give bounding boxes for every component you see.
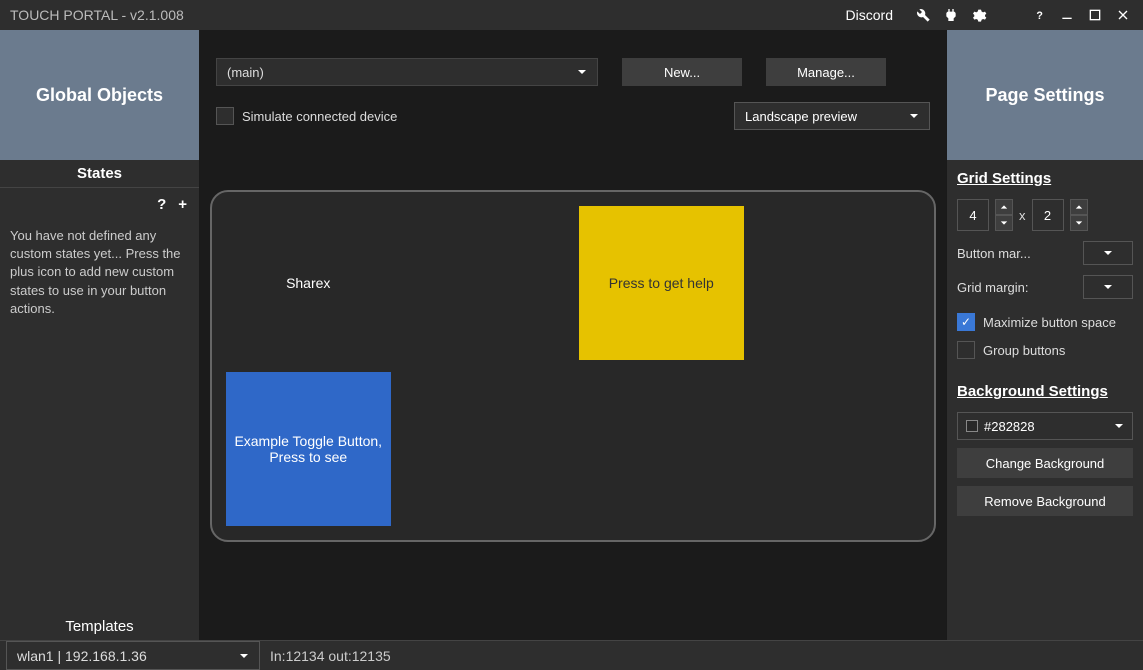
grid-cell-empty[interactable] <box>403 372 568 526</box>
maximize-space-label: Maximize button space <box>983 315 1116 330</box>
grid-cols-input[interactable] <box>957 199 989 231</box>
titlebar: TOUCH PORTAL - v2.1.008 Discord ? <box>0 0 1143 30</box>
chevron-up-icon[interactable] <box>1070 199 1088 215</box>
grid-cols-stepper[interactable] <box>995 199 1013 231</box>
io-status: In:12134 out:12135 <box>260 648 401 664</box>
manage-pages-button[interactable]: Manage... <box>766 58 886 86</box>
discord-link[interactable]: Discord <box>846 7 893 23</box>
new-page-button[interactable]: New... <box>622 58 742 86</box>
page-settings-header: Page Settings <box>947 30 1143 160</box>
group-buttons-label: Group buttons <box>983 343 1065 358</box>
grid-button-help[interactable]: Press to get help <box>579 206 744 360</box>
simulate-device-label: Simulate connected device <box>242 109 397 124</box>
right-panel: Page Settings Grid Settings x Button mar… <box>946 30 1143 640</box>
remove-background-button[interactable]: Remove Background <box>957 486 1133 516</box>
background-color-value: #282828 <box>984 419 1035 434</box>
color-swatch-icon <box>966 420 978 432</box>
simulate-device-checkbox[interactable] <box>216 107 234 125</box>
states-header: States <box>0 160 199 188</box>
app-title: TOUCH PORTAL - v2.1.008 <box>10 7 184 23</box>
preview-mode-value: Landscape preview <box>745 109 857 124</box>
change-background-button[interactable]: Change Background <box>957 448 1133 478</box>
minimize-icon[interactable] <box>1057 5 1077 25</box>
chevron-down-icon[interactable] <box>1070 215 1088 231</box>
wrench-icon[interactable] <box>913 5 933 25</box>
background-settings-title: Background Settings <box>957 383 1133 400</box>
plug-icon[interactable] <box>941 5 961 25</box>
grid-margin-dropdown[interactable] <box>1083 275 1133 299</box>
center-panel: (main) New... Manage... Simulate connect… <box>200 30 946 640</box>
button-margin-label: Button mar... <box>957 246 1075 261</box>
statusbar: wlan1 | 192.168.1.36 In:12134 out:12135 <box>0 640 1143 670</box>
templates-header[interactable]: Templates <box>0 612 199 640</box>
group-buttons-checkbox[interactable] <box>957 341 975 359</box>
page-dropdown-value: (main) <box>227 65 264 80</box>
gear-icon[interactable] <box>969 5 989 25</box>
network-value: wlan1 | 192.168.1.36 <box>17 648 147 664</box>
maximize-space-checkbox[interactable] <box>957 313 975 331</box>
svg-text:?: ? <box>1036 10 1043 22</box>
grid-button-toggle-example[interactable]: Example Toggle Button, Press to see <box>226 372 391 526</box>
global-objects-header: Global Objects <box>0 30 199 160</box>
grid-rows-input[interactable] <box>1032 199 1064 231</box>
button-margin-dropdown[interactable] <box>1083 241 1133 265</box>
states-add-icon[interactable]: + <box>178 196 187 213</box>
states-help-icon[interactable]: ? <box>157 196 166 213</box>
grid-button-sharex[interactable]: Sharex <box>226 206 391 360</box>
grid-cell-empty[interactable] <box>756 206 921 360</box>
grid-rows-stepper[interactable] <box>1070 199 1088 231</box>
chevron-up-icon[interactable] <box>995 199 1013 215</box>
background-color-dropdown[interactable]: #282828 <box>957 412 1133 440</box>
grid-margin-label: Grid margin: <box>957 280 1075 295</box>
grid-cell-empty[interactable] <box>579 372 744 526</box>
preview-mode-dropdown[interactable]: Landscape preview <box>734 102 930 130</box>
left-panel: Global Objects States ? + You have not d… <box>0 30 200 640</box>
help-icon[interactable]: ? <box>1029 5 1049 25</box>
states-empty-text: You have not defined any custom states y… <box>0 221 199 612</box>
grid-settings-title: Grid Settings <box>957 170 1133 187</box>
grid-cell-empty[interactable] <box>756 372 921 526</box>
maximize-icon[interactable] <box>1085 5 1105 25</box>
page-dropdown[interactable]: (main) <box>216 58 598 86</box>
device-preview: Sharex Press to get help Example Toggle … <box>210 190 936 542</box>
close-icon[interactable] <box>1113 5 1133 25</box>
grid-x-label: x <box>1019 208 1026 223</box>
grid-cell-empty[interactable] <box>403 206 568 360</box>
chevron-down-icon[interactable] <box>995 215 1013 231</box>
network-dropdown[interactable]: wlan1 | 192.168.1.36 <box>6 641 260 670</box>
